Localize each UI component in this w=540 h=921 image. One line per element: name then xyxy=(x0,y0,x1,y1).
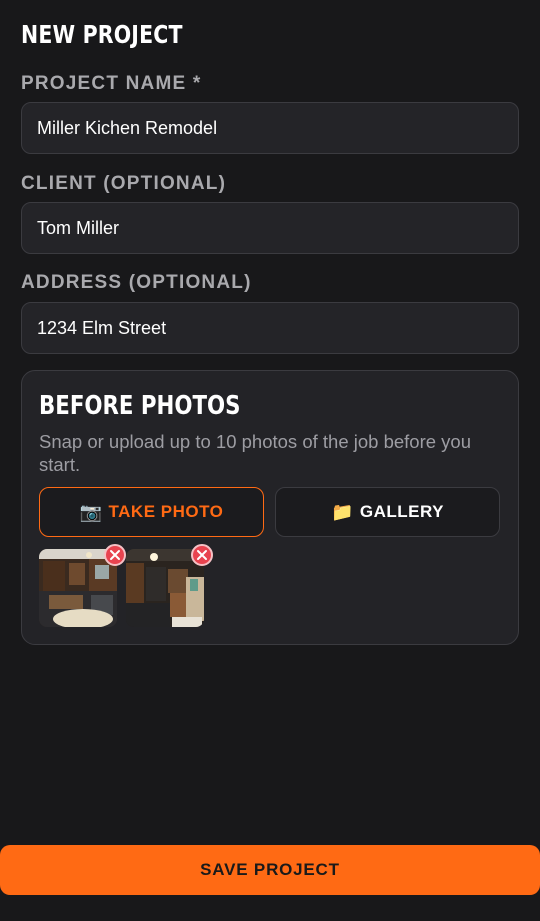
before-photos-title: BEFORE PHOTOS xyxy=(39,391,241,421)
take-photo-label: TAKE PHOTO xyxy=(108,502,224,521)
camera-icon: 📷 xyxy=(79,501,103,522)
save-project-button[interactable]: SAVE PROJECT xyxy=(0,845,540,895)
close-circle-icon xyxy=(110,550,120,560)
address-label: ADDRESS (OPTIONAL) xyxy=(21,272,252,293)
before-photos-description: Snap or upload up to 10 photos of the jo… xyxy=(39,431,471,475)
project-name-label: PROJECT NAME * xyxy=(21,73,202,94)
client-input[interactable] xyxy=(37,217,503,239)
client-label: CLIENT (OPTIONAL) xyxy=(21,173,227,194)
take-photo-button[interactable]: 📷 TAKE PHOTO xyxy=(39,487,264,537)
gallery-button[interactable]: 📁 GALLERY xyxy=(275,487,500,537)
folder-icon: 📁 xyxy=(330,501,354,522)
close-circle-icon xyxy=(197,550,207,560)
page-title: NEW PROJECT xyxy=(21,20,183,49)
project-name-input[interactable] xyxy=(37,117,503,139)
client-field[interactable] xyxy=(21,202,519,254)
gallery-label: GALLERY xyxy=(359,502,444,521)
remove-photo-button[interactable] xyxy=(191,544,213,566)
new-project-screen: NEW PROJECT PROJECT NAME * CLIENT (OPTIO… xyxy=(0,0,540,921)
project-name-field[interactable] xyxy=(21,102,519,154)
photo-thumbnail[interactable] xyxy=(126,544,213,627)
photo-thumbnail[interactable] xyxy=(39,544,126,627)
before-photos-card: BEFORE PHOTOS Snap or upload up to 10 ph… xyxy=(21,370,519,645)
remove-photo-button[interactable] xyxy=(104,544,126,566)
address-input[interactable] xyxy=(37,317,503,339)
address-field[interactable] xyxy=(21,302,519,354)
